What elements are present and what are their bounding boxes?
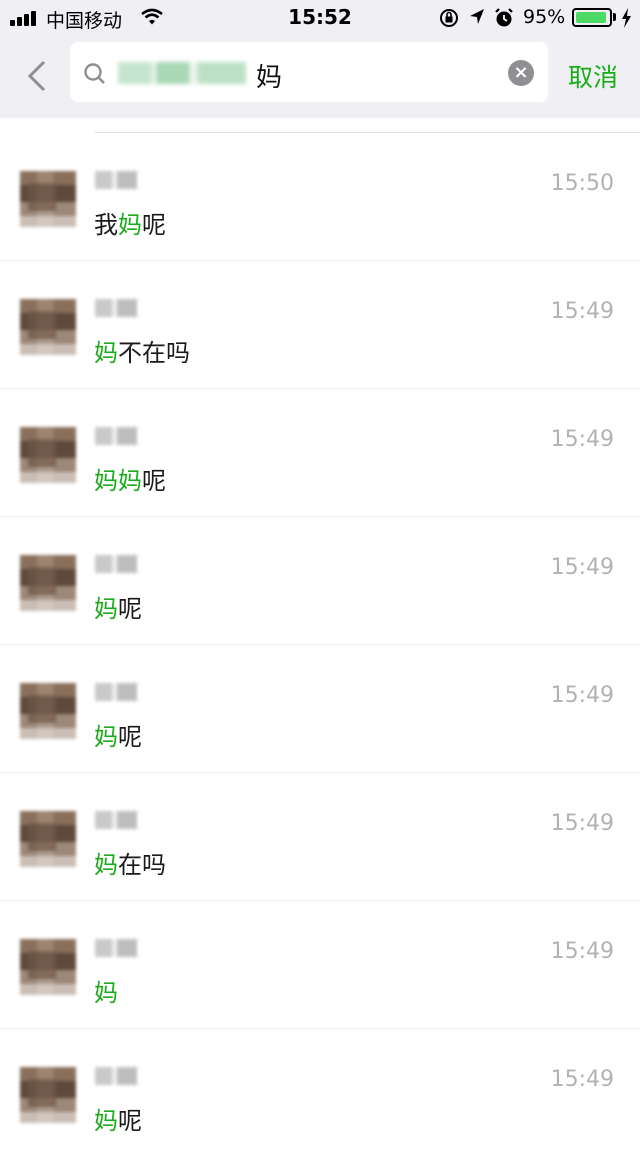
status-bar: 中国移动 15:52 95% [0, 0, 640, 36]
snippet-highlight: 妈 [94, 979, 118, 1007]
snippet-after: 在吗 [118, 851, 166, 879]
snippet-highlight: 妈 [94, 723, 118, 751]
search-blurred-token [118, 62, 246, 84]
message-snippet: 妈在吗 [94, 845, 166, 880]
avatar [20, 427, 76, 483]
message-snippet: 妈呢 [94, 1101, 142, 1136]
snippet-highlight: 妈 [94, 339, 118, 367]
snippet-after: 呢 [118, 723, 142, 751]
result-row[interactable]: 15:49 妈呢 [0, 517, 640, 645]
avatar [20, 1067, 76, 1123]
message-time: 15:49 [550, 555, 614, 580]
battery-percent: 95% [523, 6, 566, 28]
contact-name-blurred [95, 171, 137, 189]
message-time: 15:49 [550, 299, 614, 324]
location-icon [470, 9, 484, 24]
battery-level [576, 12, 607, 23]
search-input[interactable]: 妈 × [70, 42, 548, 102]
result-row[interactable]: 15:49 妈呢 [0, 645, 640, 773]
message-time: 15:49 [550, 427, 614, 452]
contact-name-blurred [95, 1067, 137, 1085]
search-header: 妈 × 取消 [0, 36, 640, 118]
list-top-divider [94, 118, 640, 133]
contact-name-blurred [95, 555, 137, 573]
contact-name-blurred [95, 299, 137, 317]
search-icon [84, 63, 105, 84]
snippet-after: 呢 [142, 467, 166, 495]
avatar [20, 299, 76, 355]
avatar [20, 939, 76, 995]
contact-name-blurred [95, 427, 137, 445]
battery-tip [613, 13, 616, 21]
message-time: 15:50 [550, 171, 614, 196]
snippet-highlight: 妈 [94, 1107, 118, 1135]
result-row[interactable]: 15:49 妈 [0, 901, 640, 1029]
contact-name-blurred [95, 811, 137, 829]
result-row[interactable]: 15:49 妈妈呢 [0, 389, 640, 517]
message-time: 15:49 [550, 811, 614, 836]
avatar [20, 555, 76, 611]
snippet-after: 不在吗 [118, 339, 190, 367]
result-row[interactable]: 15:49 妈在吗 [0, 773, 640, 901]
contact-name-blurred [95, 683, 137, 701]
avatar [20, 811, 76, 867]
snippet-highlight: 妈 [118, 211, 142, 239]
snippet-after: 呢 [118, 595, 142, 623]
alarm-icon [495, 8, 513, 27]
avatar [20, 171, 76, 227]
rotation-lock-icon [440, 9, 458, 27]
battery-icon [572, 8, 612, 27]
message-snippet: 妈呢 [94, 717, 142, 752]
avatar [20, 683, 76, 739]
clear-icon[interactable]: × [508, 60, 534, 86]
snippet-before: 我 [94, 211, 118, 239]
search-query-text: 妈 [256, 63, 283, 93]
message-snippet: 妈 [94, 973, 118, 1008]
result-row[interactable]: 15:50 我妈呢 [0, 133, 640, 261]
snippet-after: 呢 [118, 1107, 142, 1135]
search-results-list: 15:50 我妈呢 15:49 妈不在吗 15:49 妈妈呢 15:49 妈呢 15:49 妈呢 1… [0, 118, 640, 1156]
message-snippet: 妈妈呢 [94, 461, 166, 496]
message-snippet: 我妈呢 [94, 205, 166, 240]
snippet-highlight: 妈妈 [94, 467, 142, 495]
message-time: 15:49 [550, 939, 614, 964]
snippet-after: 呢 [142, 211, 166, 239]
contact-name-blurred [95, 939, 137, 957]
message-time: 15:49 [550, 1067, 614, 1092]
snippet-highlight: 妈 [94, 851, 118, 879]
result-row[interactable]: 15:49 妈不在吗 [0, 261, 640, 389]
result-row[interactable]: 15:49 妈呢 [0, 1029, 640, 1156]
back-chevron-icon[interactable] [22, 56, 52, 96]
message-snippet: 妈呢 [94, 589, 142, 624]
message-time: 15:49 [550, 683, 614, 708]
message-snippet: 妈不在吗 [94, 333, 190, 368]
charging-icon [622, 8, 631, 28]
snippet-highlight: 妈 [94, 595, 118, 623]
cancel-button[interactable]: 取消 [568, 58, 618, 94]
